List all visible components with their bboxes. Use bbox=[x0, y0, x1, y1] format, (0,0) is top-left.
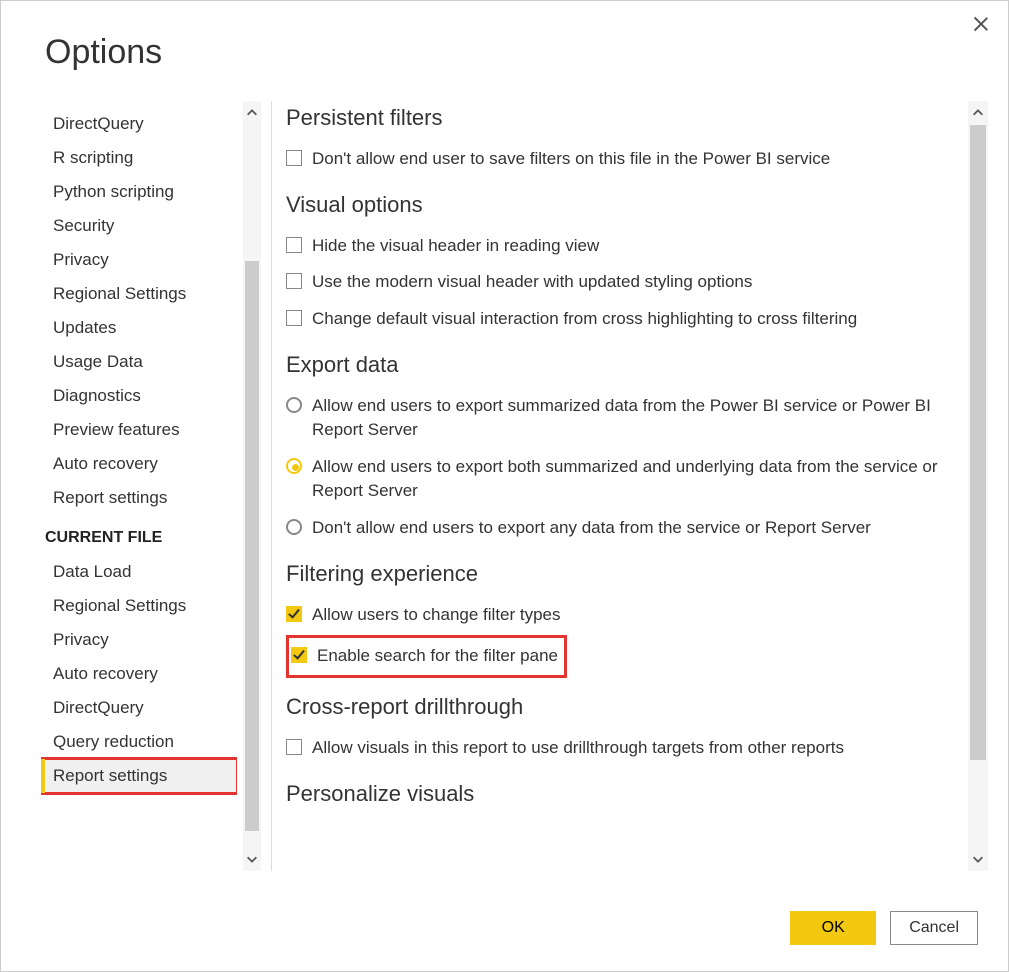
checkbox-icon[interactable] bbox=[286, 606, 302, 622]
option-modern-header[interactable]: Use the modern visual header with update… bbox=[286, 264, 958, 301]
ok-button[interactable]: OK bbox=[790, 911, 876, 945]
sidebar-item-regional-settings[interactable]: Regional Settings bbox=[41, 277, 237, 311]
sidebar-item-privacy[interactable]: Privacy bbox=[41, 243, 237, 277]
option-change-filter-types[interactable]: Allow users to change filter types bbox=[286, 597, 958, 634]
dialog-title: Options bbox=[45, 33, 162, 72]
option-label: Allow visuals in this report to use dril… bbox=[312, 736, 958, 761]
sidebar-item-auto-recovery[interactable]: Auto recovery bbox=[41, 447, 237, 481]
main-pane: Persistent filters Don't allow end user … bbox=[286, 101, 988, 871]
sidebar-scrollbar[interactable] bbox=[243, 101, 261, 871]
section-cross-report-drillthrough: Cross-report drillthrough bbox=[286, 694, 958, 720]
checkbox-icon[interactable] bbox=[286, 273, 302, 289]
chevron-down-icon[interactable] bbox=[243, 847, 261, 871]
sidebar-item-data-load[interactable]: Data Load bbox=[41, 555, 237, 589]
dialog-footer: OK Cancel bbox=[790, 911, 978, 945]
section-persistent-filters: Persistent filters bbox=[286, 105, 958, 131]
sidebar-item-cur-auto-recovery[interactable]: Auto recovery bbox=[41, 657, 237, 691]
main-scroll-thumb[interactable] bbox=[970, 125, 986, 760]
sidebar-item-r-scripting[interactable]: R scripting bbox=[41, 141, 237, 175]
sidebar-item-preview-features[interactable]: Preview features bbox=[41, 413, 237, 447]
sidebar-item-cur-privacy[interactable]: Privacy bbox=[41, 623, 237, 657]
checkbox-icon[interactable] bbox=[286, 150, 302, 166]
main-scrollbar[interactable] bbox=[968, 101, 988, 871]
sidebar-item-query-reduction[interactable]: Query reduction bbox=[41, 725, 237, 759]
option-enable-filter-search[interactable]: Enable search for the filter pane bbox=[291, 642, 558, 671]
option-label: Allow end users to export summarized dat… bbox=[312, 394, 958, 443]
option-label: Use the modern visual header with update… bbox=[312, 270, 958, 295]
chevron-down-icon[interactable] bbox=[968, 847, 988, 871]
option-persistent-disallow[interactable]: Don't allow end user to save filters on … bbox=[286, 141, 958, 178]
checkbox-icon[interactable] bbox=[291, 647, 307, 663]
option-label: Don't allow end users to export any data… bbox=[312, 516, 958, 541]
sidebar-list: DirectQuery R scripting Python scripting… bbox=[41, 101, 237, 871]
option-cross-filter-default[interactable]: Change default visual interaction from c… bbox=[286, 301, 958, 338]
option-cross-report-drillthrough[interactable]: Allow visuals in this report to use dril… bbox=[286, 730, 958, 767]
chevron-up-icon[interactable] bbox=[243, 101, 261, 125]
sidebar-scroll-thumb[interactable] bbox=[245, 261, 259, 831]
sidebar-item-python-scripting[interactable]: Python scripting bbox=[41, 175, 237, 209]
vertical-divider bbox=[271, 101, 272, 871]
options-dialog: Options DirectQuery R scripting Python s… bbox=[0, 0, 1009, 972]
sidebar-item-security[interactable]: Security bbox=[41, 209, 237, 243]
sidebar-item-report-settings[interactable]: Report settings bbox=[41, 481, 237, 515]
sidebar-item-usage-data[interactable]: Usage Data bbox=[41, 345, 237, 379]
option-hide-visual-header[interactable]: Hide the visual header in reading view bbox=[286, 228, 958, 265]
section-export-data: Export data bbox=[286, 352, 958, 378]
sidebar-item-cur-report-settings[interactable]: Report settings bbox=[41, 759, 237, 793]
checkbox-icon[interactable] bbox=[286, 237, 302, 253]
sidebar-item-directquery[interactable]: DirectQuery bbox=[41, 107, 237, 141]
chevron-up-icon[interactable] bbox=[968, 101, 988, 125]
close-icon[interactable] bbox=[972, 15, 990, 33]
highlight-enable-search: Enable search for the filter pane bbox=[286, 635, 567, 678]
radio-icon[interactable] bbox=[286, 519, 302, 535]
section-filtering-experience: Filtering experience bbox=[286, 561, 958, 587]
option-export-summarized[interactable]: Allow end users to export summarized dat… bbox=[286, 388, 958, 449]
sidebar-item-diagnostics[interactable]: Diagnostics bbox=[41, 379, 237, 413]
option-label: Don't allow end user to save filters on … bbox=[312, 147, 958, 172]
option-export-none[interactable]: Don't allow end users to export any data… bbox=[286, 510, 958, 547]
cancel-button[interactable]: Cancel bbox=[890, 911, 978, 945]
option-label: Allow users to change filter types bbox=[312, 603, 958, 628]
section-visual-options: Visual options bbox=[286, 192, 958, 218]
radio-icon[interactable] bbox=[286, 458, 302, 474]
option-label: Change default visual interaction from c… bbox=[312, 307, 958, 332]
option-label: Enable search for the filter pane bbox=[317, 644, 558, 669]
sidebar-item-cur-regional[interactable]: Regional Settings bbox=[41, 589, 237, 623]
sidebar-item-updates[interactable]: Updates bbox=[41, 311, 237, 345]
main-content: Persistent filters Don't allow end user … bbox=[286, 101, 962, 871]
option-label: Allow end users to export both summarize… bbox=[312, 455, 958, 504]
sidebar-item-cur-directquery[interactable]: DirectQuery bbox=[41, 691, 237, 725]
sidebar: DirectQuery R scripting Python scripting… bbox=[41, 101, 261, 871]
sidebar-header-current-file: CURRENT FILE bbox=[41, 515, 237, 555]
option-export-both[interactable]: Allow end users to export both summarize… bbox=[286, 449, 958, 510]
checkbox-icon[interactable] bbox=[286, 310, 302, 326]
dialog-body: DirectQuery R scripting Python scripting… bbox=[41, 101, 988, 871]
option-label: Hide the visual header in reading view bbox=[312, 234, 958, 259]
section-personalize-visuals: Personalize visuals bbox=[286, 781, 958, 807]
checkbox-icon[interactable] bbox=[286, 739, 302, 755]
radio-icon[interactable] bbox=[286, 397, 302, 413]
